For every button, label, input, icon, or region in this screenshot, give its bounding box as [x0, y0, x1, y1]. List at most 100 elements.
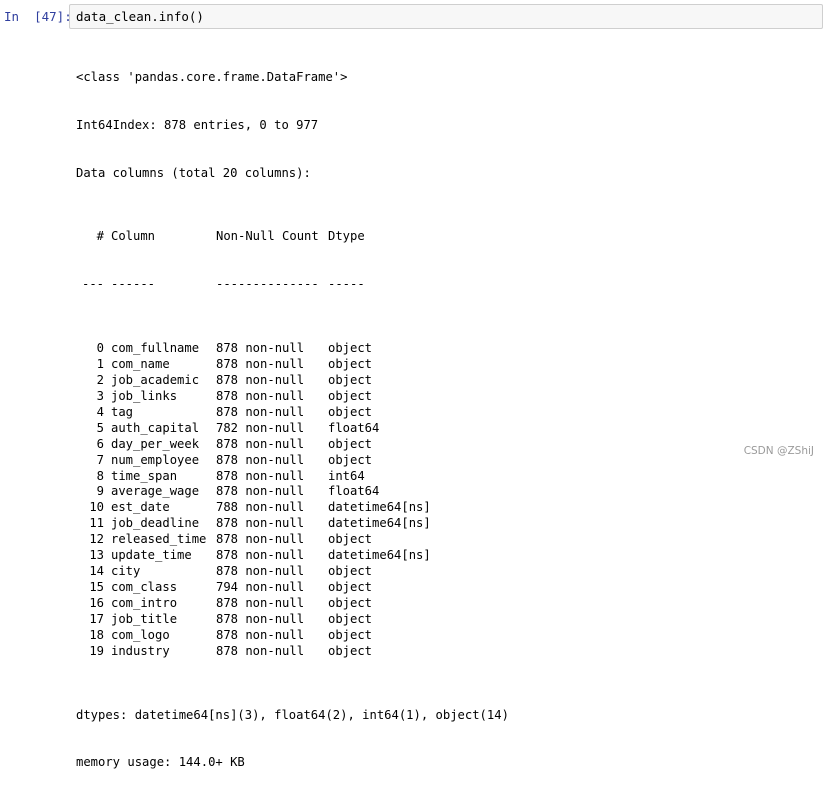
row-dtype: object: [328, 452, 373, 467]
row-index: 0: [96, 341, 104, 356]
row-column-name: job_deadline: [111, 516, 200, 531]
row-column-name: num_employee: [111, 452, 200, 467]
row-column-name: job_title: [111, 611, 178, 626]
row-non-null-count: 878 non-null: [216, 341, 305, 356]
row-non-null-count: 878 non-null: [216, 388, 305, 403]
row-column-name: time_span: [111, 468, 178, 483]
table-row: 14 city 878 non-null object: [76, 564, 509, 580]
table-row: 4 tag 878 non-null object: [76, 405, 509, 421]
watermark: CSDN @ZShiJ: [743, 445, 814, 457]
table-row: 3 job_links 878 non-null object: [76, 389, 509, 405]
code-input-area[interactable]: data_clean.info(): [69, 4, 823, 29]
row-non-null-count: 788 non-null: [216, 500, 305, 515]
row-dtype: object: [328, 372, 373, 387]
row-dtype: object: [328, 356, 373, 371]
row-dtype: object: [328, 580, 373, 595]
header-dtype: Dtype: [328, 229, 365, 244]
table-row: 17 job_title 878 non-null object: [76, 612, 509, 628]
code-input-text[interactable]: data_clean.info(): [76, 9, 204, 25]
row-column-name: released_time: [111, 532, 207, 547]
row-dtype: datetime64[ns]: [328, 548, 431, 563]
output-class-line: <class 'pandas.core.frame.DataFrame'>: [76, 69, 348, 84]
row-dtype: object: [328, 627, 373, 642]
row-non-null-count: 878 non-null: [216, 548, 305, 563]
header-non-null: Non-Null Count: [216, 229, 319, 244]
row-column-name: tag: [111, 404, 134, 419]
row-column-name: com_logo: [111, 627, 170, 642]
table-row: 19 industry 878 non-null object: [76, 644, 509, 660]
row-index: 9: [96, 484, 104, 499]
row-column-name: com_class: [111, 580, 178, 595]
row-non-null-count: 794 non-null: [216, 580, 305, 595]
row-column-name: industry: [111, 643, 170, 658]
info-table-separator: --- ------ -------------- -----: [76, 277, 509, 293]
row-column-name: auth_capital: [111, 420, 200, 435]
row-index: 4: [96, 404, 104, 419]
row-column-name: com_fullname: [111, 341, 200, 356]
separator-column: ------: [111, 277, 156, 292]
row-dtype: object: [328, 404, 373, 419]
row-column-name: average_wage: [111, 484, 200, 499]
row-column-name: city: [111, 564, 141, 579]
cell-prompt: In [47]:: [4, 9, 72, 24]
output-memory-line: memory usage: 144.0+ KB: [76, 755, 245, 770]
table-row: 18 com_logo 878 non-null object: [76, 628, 509, 644]
separator-idx: ---: [81, 277, 104, 292]
row-non-null-count: 878 non-null: [216, 516, 305, 531]
row-index: 17: [89, 611, 104, 626]
row-dtype: object: [328, 388, 373, 403]
table-row: 15 com_class 794 non-null object: [76, 580, 509, 596]
table-row: 6 day_per_week 878 non-null object: [76, 437, 509, 453]
output-columns-line: Data columns (total 20 columns):: [76, 165, 311, 180]
row-column-name: est_date: [111, 500, 170, 515]
row-index: 15: [89, 580, 104, 595]
row-non-null-count: 878 non-null: [216, 372, 305, 387]
table-row: 1 com_name 878 non-null object: [76, 357, 509, 373]
row-non-null-count: 878 non-null: [216, 596, 305, 611]
row-non-null-count: 878 non-null: [216, 436, 305, 451]
row-dtype: datetime64[ns]: [328, 516, 431, 531]
row-index: 6: [96, 436, 104, 451]
table-row: 9 average_wage 878 non-null float64: [76, 484, 509, 500]
row-dtype: object: [328, 436, 373, 451]
row-non-null-count: 878 non-null: [216, 404, 305, 419]
row-non-null-count: 878 non-null: [216, 564, 305, 579]
table-row: 11 job_deadline 878 non-null datetime64[ns]: [76, 516, 509, 532]
row-column-name: update_time: [111, 548, 192, 563]
row-index: 16: [89, 596, 104, 611]
table-row: 8 time_span 878 non-null int64: [76, 469, 509, 485]
row-non-null-count: 878 non-null: [216, 611, 305, 626]
row-non-null-count: 878 non-null: [216, 356, 305, 371]
row-index: 14: [89, 564, 104, 579]
row-dtype: datetime64[ns]: [328, 500, 431, 515]
row-dtype: object: [328, 611, 373, 626]
table-row: 5 auth_capital 782 non-null float64: [76, 421, 509, 437]
row-non-null-count: 878 non-null: [216, 484, 305, 499]
cell-output: <class 'pandas.core.frame.DataFrame'> In…: [76, 38, 509, 787]
info-table-header: # Column Non-Null Count Dtype: [76, 229, 509, 245]
row-index: 10: [89, 500, 104, 515]
row-dtype: object: [328, 532, 373, 547]
row-index: 13: [89, 548, 104, 563]
row-dtype: object: [328, 643, 373, 658]
row-column-name: job_academic: [111, 372, 200, 387]
row-non-null-count: 878 non-null: [216, 532, 305, 547]
row-index: 18: [89, 627, 104, 642]
output-index-line: Int64Index: 878 entries, 0 to 977: [76, 117, 319, 132]
row-dtype: float64: [328, 484, 380, 499]
info-table-rows: 0 com_fullname 878 non-null object 1 com_name…: [76, 341, 509, 660]
row-index: 3: [96, 388, 104, 403]
row-non-null-count: 878 non-null: [216, 627, 305, 642]
row-non-null-count: 782 non-null: [216, 420, 305, 435]
table-row: 16 com_intro 878 non-null object: [76, 596, 509, 612]
header-idx: #: [96, 229, 104, 244]
row-dtype: object: [328, 564, 373, 579]
row-index: 5: [96, 420, 104, 435]
table-row: 7 num_employee 878 non-null object: [76, 453, 509, 469]
row-column-name: day_per_week: [111, 436, 200, 451]
row-dtype: object: [328, 596, 373, 611]
row-index: 19: [89, 643, 104, 658]
row-dtype: object: [328, 341, 373, 356]
separator-dtype: -----: [328, 277, 365, 292]
row-column-name: com_name: [111, 356, 170, 371]
